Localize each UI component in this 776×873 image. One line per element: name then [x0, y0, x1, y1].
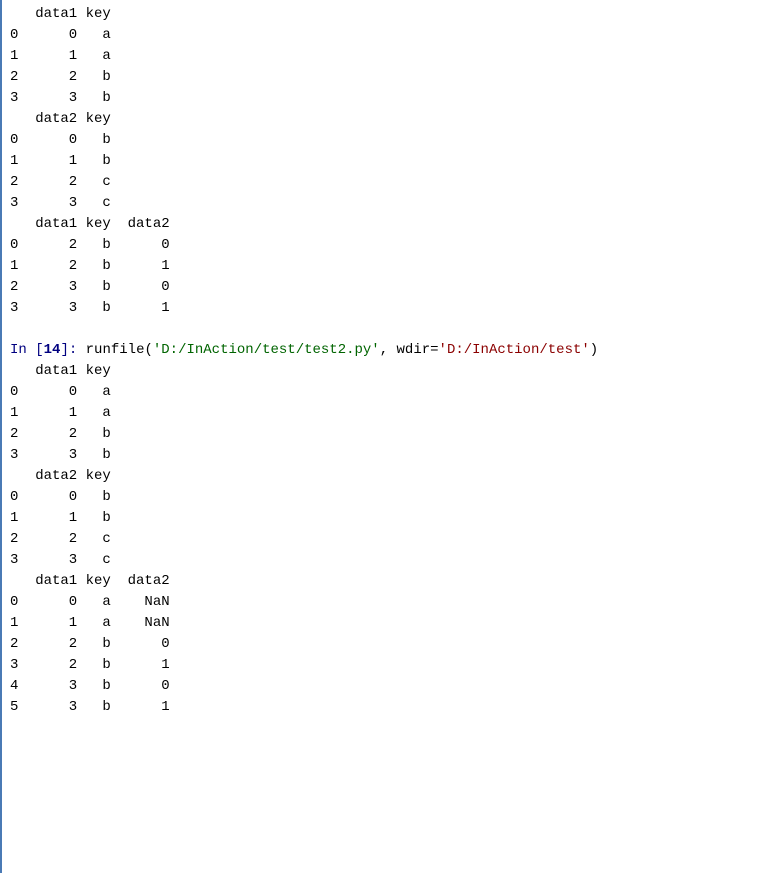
merged-header-1: data1 key data2 — [10, 216, 170, 232]
df2-header-1: data2 key — [10, 111, 111, 127]
df1-header-2: data1 key — [10, 363, 111, 379]
df1-row: 2 2 b — [10, 69, 111, 85]
df2-row: 0 0 b — [10, 489, 111, 505]
df2-row: 0 0 b — [10, 132, 111, 148]
in-label: In — [10, 342, 35, 358]
merged-row: 0 0 a NaN — [10, 594, 170, 610]
merged-row: 3 3 b 1 — [10, 300, 170, 316]
merged-row: 3 2 b 1 — [10, 657, 170, 673]
merged-header-2: data1 key data2 — [10, 573, 170, 589]
merged-row: 2 2 b 0 — [10, 636, 170, 652]
arg1-string: 'D:/InAction/test/test2.py' — [153, 342, 380, 358]
func-name: runfile — [86, 342, 145, 358]
merged-row: 5 3 b 1 — [10, 699, 170, 715]
df1-row: 3 3 b — [10, 90, 111, 106]
merged-row: 1 1 a NaN — [10, 615, 170, 631]
input-prompt-line[interactable]: In [14]: runfile('D:/InAction/test/test2… — [10, 340, 776, 361]
df2-row: 1 1 b — [10, 510, 111, 526]
merged-row: 0 2 b 0 — [10, 237, 170, 253]
console-output-block-2: data1 key 0 0 a 1 1 a 2 2 b 3 3 b data2 … — [10, 361, 776, 718]
df1-row: 0 0 a — [10, 27, 111, 43]
console-output-block-1: data1 key 0 0 a 1 1 a 2 2 b 3 3 b data2 … — [10, 4, 776, 319]
kwarg-name: wdir — [397, 342, 431, 358]
df2-row: 1 1 b — [10, 153, 111, 169]
df2-row: 3 3 c — [10, 195, 111, 211]
df1-row: 2 2 b — [10, 426, 111, 442]
merged-row: 1 2 b 1 — [10, 258, 170, 274]
arg2-string: 'D:/InAction/test' — [439, 342, 590, 358]
df1-row: 3 3 b — [10, 447, 111, 463]
df1-row: 0 0 a — [10, 384, 111, 400]
in-number: 14 — [44, 342, 61, 358]
df2-header-2: data2 key — [10, 468, 111, 484]
df1-row: 1 1 a — [10, 48, 111, 64]
df2-row: 2 2 c — [10, 174, 111, 190]
df1-row: 1 1 a — [10, 405, 111, 421]
df2-row: 2 2 c — [10, 531, 111, 547]
df2-row: 3 3 c — [10, 552, 111, 568]
merged-row: 4 3 b 0 — [10, 678, 170, 694]
merged-row: 2 3 b 0 — [10, 279, 170, 295]
df1-header-1: data1 key — [10, 6, 111, 22]
